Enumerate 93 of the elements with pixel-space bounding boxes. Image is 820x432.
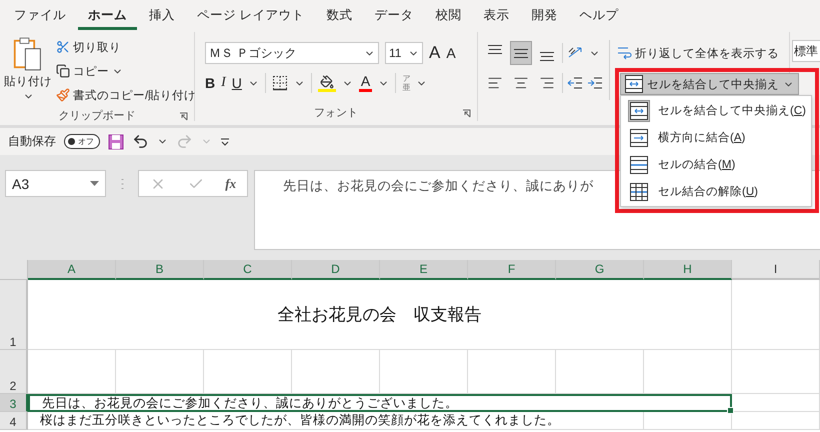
paint-bucket-icon xyxy=(320,74,334,88)
column-header[interactable]: C xyxy=(204,260,292,280)
dropdown-arrow-icon[interactable] xyxy=(90,181,99,186)
merge-cells-icon xyxy=(630,102,648,120)
dialog-launcher-icon[interactable] xyxy=(179,112,188,121)
column-header[interactable]: A xyxy=(28,260,116,280)
vertical-align-icon xyxy=(488,45,502,54)
borders-icon[interactable] xyxy=(272,75,288,91)
grid-cell[interactable] xyxy=(732,280,820,350)
vertical-align-button[interactable] xyxy=(510,41,532,65)
row-header[interactable]: 2 xyxy=(0,350,28,394)
copy-button[interactable]: コピー xyxy=(56,60,196,82)
column-header[interactable]: E xyxy=(380,260,468,280)
grid-cell[interactable] xyxy=(116,350,204,394)
menu-item[interactable]: セルを結合して中央揃え(C) xyxy=(621,97,811,124)
decrease-indent-icon[interactable] xyxy=(567,76,583,90)
name-box[interactable]: A3 xyxy=(5,170,106,197)
wrap-text-icon xyxy=(616,45,632,61)
merge-cells-icon xyxy=(630,182,648,200)
customize-menu-icon[interactable] xyxy=(220,136,230,146)
cell-text: 先日は、お花見の会にご参加くださり、誠にありがとうございました。 xyxy=(28,394,732,412)
row-header[interactable]: 1 xyxy=(0,280,28,350)
column-header[interactable]: D xyxy=(292,260,380,280)
ribbon-tab[interactable]: ファイル xyxy=(4,0,76,30)
menu-item[interactable]: セル結合の解除(U) xyxy=(621,178,811,205)
insert-function-button[interactable]: fx xyxy=(225,176,236,192)
merge-cells-icon xyxy=(630,156,648,174)
font-color-button[interactable]: A xyxy=(358,74,372,92)
dialog-launcher-icon[interactable] xyxy=(462,109,471,118)
group-label: クリップボード xyxy=(58,108,136,122)
ribbon-tab[interactable]: 挿入 xyxy=(139,0,185,30)
grid-cell[interactable] xyxy=(468,350,556,394)
horizontal-align-icon xyxy=(513,75,529,91)
grid-cell[interactable] xyxy=(644,412,732,430)
grid-cell[interactable] xyxy=(28,350,116,394)
merge-cells-icon xyxy=(625,75,643,93)
autosave-toggle[interactable]: オフ xyxy=(64,134,100,149)
underline-button[interactable]: U xyxy=(232,71,242,95)
ribbon-tab[interactable]: ヘルプ xyxy=(569,0,628,30)
menu-item[interactable]: 横方向に結合(A) xyxy=(621,124,811,151)
grid-cell[interactable] xyxy=(732,412,820,430)
formula-text: 先日は、お花見の会にご参加くださり、誠にありが xyxy=(283,178,594,193)
number-format-field[interactable]: 標準 xyxy=(792,40,820,62)
cut-button[interactable]: 切り取り xyxy=(56,36,196,58)
autosave-label: 自動保存 xyxy=(8,133,56,150)
column-header[interactable]: I xyxy=(732,260,820,280)
column-header[interactable]: H xyxy=(644,260,732,280)
font-size-field[interactable]: 11 xyxy=(385,42,423,64)
merge-cells-icon xyxy=(630,128,648,146)
bold-button[interactable]: B xyxy=(205,71,216,95)
ribbon-tab[interactable]: 開発 xyxy=(521,0,568,30)
paste-button[interactable]: 貼り付け xyxy=(4,36,52,106)
grid-cell[interactable] xyxy=(292,350,380,394)
row-header[interactable]: 4 xyxy=(0,412,28,430)
merge-center-button[interactable]: セルを結合して中央揃え xyxy=(620,73,799,95)
increase-indent-icon[interactable] xyxy=(587,76,603,90)
fill-color-button[interactable] xyxy=(318,74,336,92)
clipboard-icon xyxy=(13,36,43,72)
grid-cell[interactable] xyxy=(380,350,468,394)
font-name-field[interactable]: ＭＳ Ｐゴシック xyxy=(205,42,379,64)
ribbon-tab[interactable]: 表示 xyxy=(473,0,520,30)
scissors-icon xyxy=(56,40,70,54)
copy-icon xyxy=(56,64,70,78)
shrink-font-button[interactable]: A xyxy=(446,41,456,65)
ribbon-tab[interactable]: 数式 xyxy=(316,0,362,30)
cell-text: 桜はまだ五分咲きといったところでしたが、皆様の満開の笑顔が花を添えてくれました。 xyxy=(28,412,644,430)
group-label: フォント xyxy=(314,106,358,120)
phonetic-guide-button[interactable]: ア 亜 xyxy=(402,74,410,92)
paintbrush-icon xyxy=(56,88,70,102)
ribbon-tab[interactable]: 校閲 xyxy=(425,0,472,30)
vertical-align-icon xyxy=(514,48,528,58)
grid-cell[interactable] xyxy=(556,350,644,394)
grow-font-button[interactable]: A xyxy=(429,41,440,65)
ribbon-tab[interactable]: ページ レイアウト xyxy=(187,0,314,30)
grid-cell[interactable] xyxy=(204,350,292,394)
grid-cell[interactable] xyxy=(732,350,820,394)
ribbon-tab[interactable]: データ xyxy=(364,0,424,30)
column-header[interactable]: F xyxy=(468,260,556,280)
grid-cell[interactable] xyxy=(732,394,820,412)
save-icon[interactable] xyxy=(108,134,124,150)
horizontal-align-icon xyxy=(539,75,555,91)
undo-icon[interactable] xyxy=(132,133,149,150)
column-header[interactable]: B xyxy=(116,260,204,280)
horizontal-align-icon xyxy=(487,75,503,91)
vertical-align-icon xyxy=(540,52,554,61)
fill-handle[interactable] xyxy=(727,407,734,414)
row-header[interactable]: 3 xyxy=(0,394,28,412)
grid-cell[interactable] xyxy=(644,350,732,394)
format-painter-button[interactable]: 書式のコピー/貼り付け xyxy=(56,84,196,106)
column-header[interactable]: G xyxy=(556,260,644,280)
italic-button[interactable]: I xyxy=(221,71,226,95)
sheet-title: 全社お花見の会 収支報告 xyxy=(28,280,732,350)
wrap-text-button[interactable]: 折り返して全体を表示する xyxy=(616,40,779,66)
